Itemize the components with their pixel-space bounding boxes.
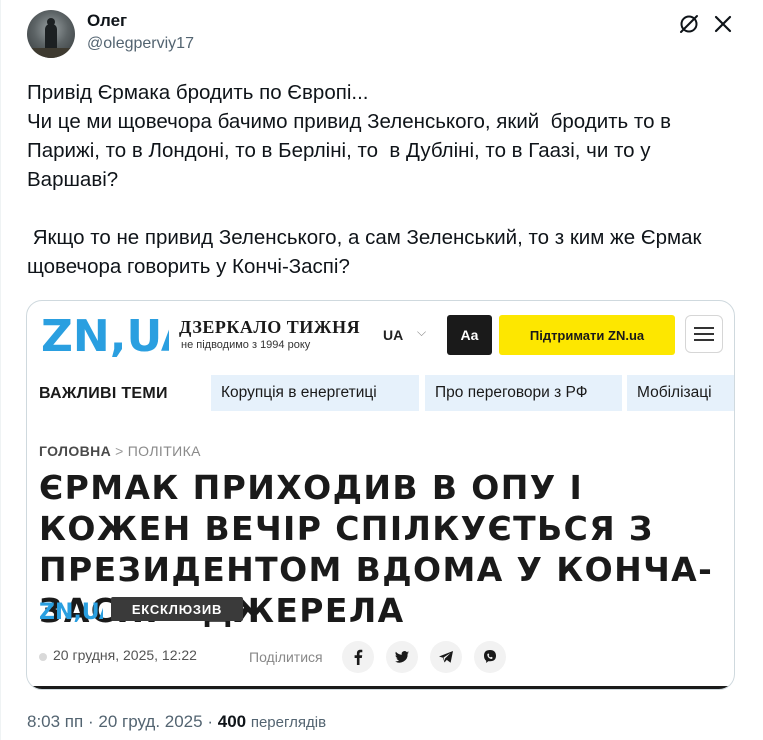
card-bottom-border [27,686,734,689]
views-label: переглядів [250,714,327,731]
share-label: Поділитися [249,649,323,665]
tweet-time[interactable]: 8:03 пп [27,712,83,731]
topics-label: ВАЖЛИВІ ТЕМИ [39,385,168,402]
topic-chip: Корупція в енергетиці [211,375,419,411]
site-subtitle: не підводимо з 1994 року [181,339,311,351]
avatar-figure-body [45,24,57,50]
facebook-icon [342,641,374,673]
avatar[interactable] [27,10,75,58]
twitter-icon [386,641,418,673]
breadcrumb-separator: > [115,443,124,459]
zn-logo-text: ZN,UA [41,311,169,362]
tweet-date[interactable]: 20 груд. 2025 [98,712,202,731]
topic-chip: Про переговори з РФ [425,375,622,411]
exclusive-badge: ЕКСКЛЮЗИВ [111,597,243,621]
support-button: Підтримати ZN.ua [499,315,675,355]
author-handle[interactable]: @olegperviy17 [87,35,194,53]
zn-logo: ZN,UA [41,311,169,362]
breadcrumb-section: ПОЛІТИКА [127,443,201,459]
meta-separator: · [207,712,213,731]
telegram-icon [430,641,462,673]
views-count[interactable]: 400 [218,712,246,731]
tweet-text: Привід Єрмака бродить по Європі... Чи це… [27,81,702,278]
viber-icon [474,641,506,673]
tweet: Олег @olegperviy17 Привід Єрмака бродить… [0,0,763,740]
menu-button [685,315,723,353]
avatar-ground [27,48,75,58]
breadcrumb: ГОЛОВНА > ПОЛІТИКА [39,443,201,459]
zn-small-logo: ZN,UA [39,600,103,625]
breadcrumb-home: ГОЛОВНА [39,443,112,459]
grok-icon[interactable] [677,12,701,36]
chevron-down-icon: ⌵ [417,325,427,339]
topic-chip: Мобілізаці [627,375,734,411]
tweet-meta: 8:03 пп · 20 груд. 2025 · 400 переглядів [27,712,326,732]
article-date: 20 грудня, 2025, 12:22 [53,647,197,663]
language-selector: UA [383,327,404,343]
font-size-button: Aa [447,315,492,355]
author-name[interactable]: Олег [87,11,127,31]
zn-small-logo-text: ZN,UA [39,600,103,625]
hamburger-icon [694,327,714,341]
more-icon[interactable] [711,12,735,36]
article-image-card[interactable]: ZN,UA ДЗЕРКАЛО ТИЖНЯ не підводимо з 1994… [26,300,735,690]
date-dot-icon [39,653,47,661]
site-title: ДЗЕРКАЛО ТИЖНЯ [179,317,361,337]
meta-separator: · [87,712,94,731]
